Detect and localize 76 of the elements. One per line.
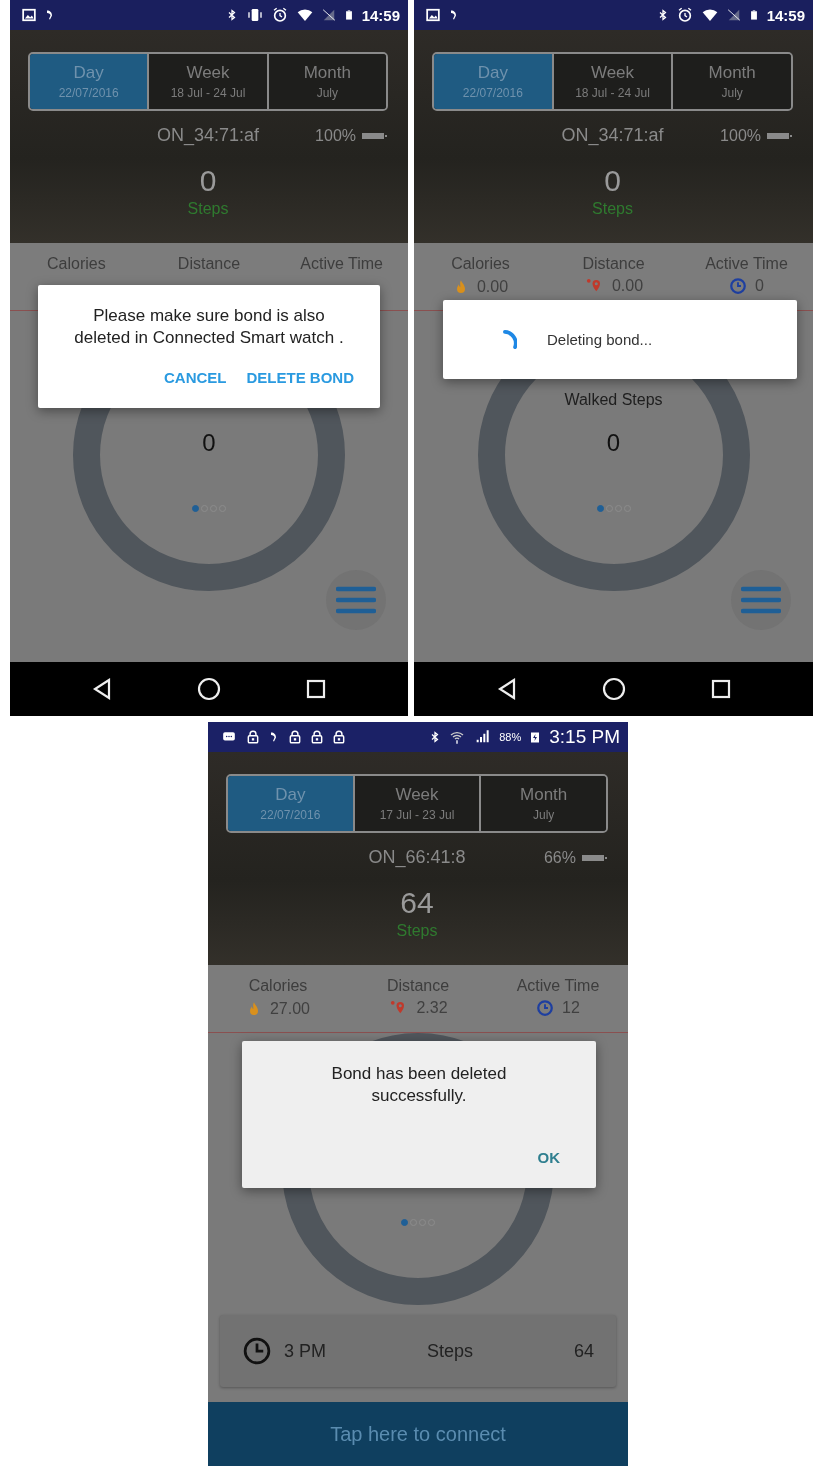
period-tab[interactable]: Month July (266, 54, 386, 109)
stat-label: Distance (386, 977, 450, 995)
stat-label: Active Time (516, 977, 600, 995)
clock-icon (536, 999, 555, 1017)
ring-title: Walked Steps (564, 391, 663, 409)
spinner-icon (503, 330, 517, 349)
period-tab[interactable]: Month July (671, 54, 791, 109)
battery-icon (362, 130, 388, 141)
period-tab[interactable]: Month July (479, 776, 606, 831)
alarm-icon (271, 7, 288, 23)
stat-label: Active Time (300, 255, 383, 273)
no-sim-icon (726, 7, 741, 23)
stat-label: Active Time (705, 255, 788, 273)
metric-value: 64 (573, 1340, 594, 1362)
stat-value: 12 (562, 999, 580, 1017)
clock-icon (242, 1336, 272, 1366)
steps-label: Steps (396, 922, 438, 940)
dialog-message: Bond has been deleted successfully. (330, 1063, 508, 1108)
dialog-button[interactable]: OK (531, 1145, 566, 1171)
alarm-icon (676, 7, 693, 23)
status-time: 14:59 (766, 6, 805, 24)
menu-icon (336, 585, 376, 615)
wifi-icon (700, 7, 719, 23)
clock-icon (729, 277, 748, 295)
lock-icon (288, 728, 302, 746)
device-battery: 66% (543, 848, 576, 867)
stat-label: Calories (451, 255, 510, 273)
battery-percent: 88% (499, 731, 522, 743)
steps-label: Steps (592, 200, 633, 218)
connect-button[interactable]: Tap here to connect (208, 1402, 628, 1466)
stat-value: 0 (755, 277, 764, 295)
image-icon (426, 8, 440, 22)
lock-icon (310, 728, 324, 746)
dialog-button[interactable]: DELETE BOND (240, 365, 360, 391)
status-time: 3:15 PM (549, 726, 620, 748)
dialog-button[interactable]: CANCEL (158, 365, 233, 391)
period-tab[interactable]: Week 18 Jul - 24 Jul (147, 54, 267, 109)
step-count: 0 (604, 164, 621, 198)
dialog-message: Deleting bond... (547, 331, 653, 348)
no-sim-icon (321, 7, 336, 23)
period-tab[interactable]: Week 18 Jul - 24 Jul (551, 54, 672, 109)
lock-icon (332, 728, 346, 746)
status-time: 14:59 (361, 6, 400, 24)
hour-label: 3 PM (284, 1340, 326, 1362)
image-icon (22, 8, 36, 22)
step-count: 64 (400, 886, 434, 920)
period-tab[interactable]: Day 22/07/2016 (30, 54, 148, 109)
period-tab[interactable]: Day 22/07/2016 (434, 54, 552, 109)
device-battery: 100% (315, 126, 356, 145)
battery-icon (767, 130, 793, 141)
stat-value: 27.00 (269, 1000, 310, 1018)
device-name: ON_34:71:af (561, 125, 664, 146)
device-battery: 100% (720, 126, 761, 145)
menu-icon (741, 585, 781, 615)
stat-value: 2.32 (416, 999, 448, 1017)
stat-label: Calories (47, 255, 106, 273)
vibrate-icon (245, 7, 264, 23)
ring-value: 0 (202, 429, 216, 457)
device-name: ON_34:71:af (156, 125, 260, 146)
period-tab[interactable]: Day 22/07/2016 (228, 776, 353, 831)
wifi-icon (295, 7, 314, 23)
battery-icon (582, 852, 608, 863)
stat-label: Distance (177, 255, 241, 273)
steps-label: Steps (187, 200, 229, 218)
lock-icon (246, 728, 260, 746)
stat-value: 0.00 (476, 278, 509, 296)
dialog-message: Please make sure bond is also deleted in Connected Smart watch . (73, 305, 345, 350)
ring-value: 0 (606, 429, 621, 457)
step-count: 0 (199, 164, 217, 198)
period-tab[interactable]: Week 17 Jul - 23 Jul (352, 776, 480, 831)
stat-value: 0.00 (611, 277, 644, 295)
stat-label: Calories (248, 977, 308, 995)
message-icon (220, 730, 238, 744)
stat-label: Distance (582, 255, 645, 273)
metric-label: Steps (426, 1340, 473, 1362)
device-name: ON_66:41:8 (368, 847, 466, 868)
